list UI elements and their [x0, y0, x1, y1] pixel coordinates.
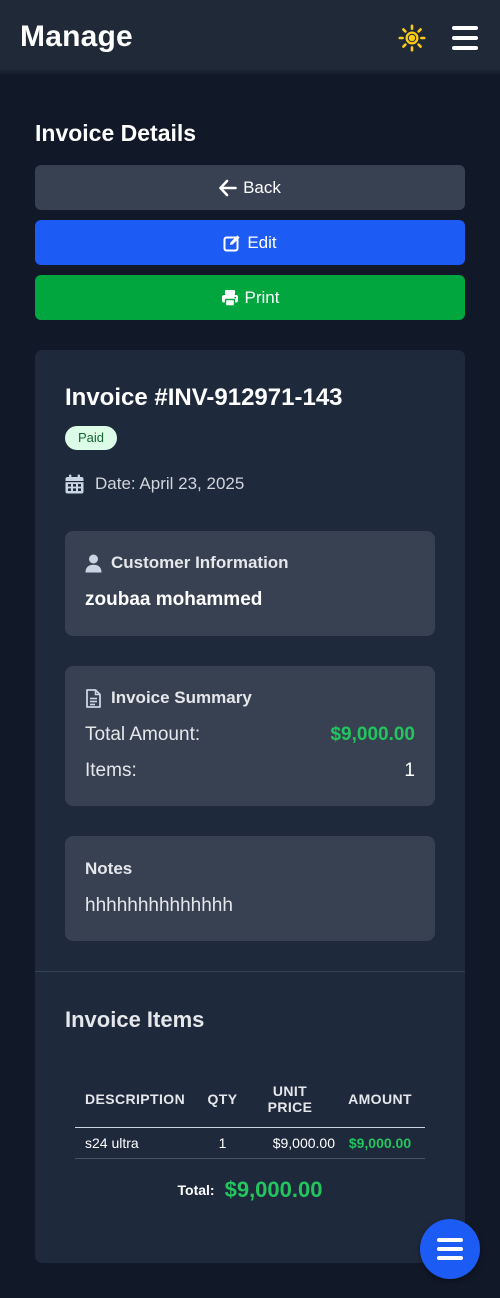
arrow-left-icon	[219, 179, 237, 196]
notes-text: hhhhhhhhhhhhhh	[85, 895, 233, 916]
edit-button[interactable]: Edit	[35, 220, 465, 265]
items-count-value: 1	[404, 760, 415, 781]
total-amount-value: $9,000.00	[330, 724, 415, 745]
section-divider	[35, 971, 465, 972]
column-header-description: DESCRIPTION	[75, 1072, 200, 1128]
invoice-card: Invoice #INV-912971-143 Paid Date: April…	[35, 350, 465, 1263]
summary-heading: Invoice Summary	[111, 688, 252, 707]
status-badge: Paid	[65, 426, 118, 450]
top-header: Manage	[0, 0, 500, 74]
hamburger-menu-icon[interactable]	[450, 24, 480, 52]
brand-title: Manage	[20, 20, 133, 53]
column-header-amount: AMOUNT	[335, 1072, 425, 1128]
document-icon	[86, 688, 101, 708]
item-description: s24 ultra	[75, 1127, 200, 1159]
invoice-number: Invoice #INV-912971-143	[65, 384, 343, 411]
edit-icon	[223, 234, 240, 251]
back-button[interactable]: Back	[35, 165, 465, 210]
invoice-date-row: Date: April 23, 2025	[65, 474, 244, 494]
items-table-header-row: DESCRIPTION QTY UNIT PRICE AMOUNT	[75, 1072, 425, 1128]
column-header-qty: QTY	[200, 1072, 245, 1128]
customer-heading: Customer Information	[111, 553, 289, 572]
print-button[interactable]: Print	[35, 275, 465, 320]
summary-items-row: Items: 1	[85, 760, 415, 782]
items-total-value: $9,000.00	[224, 1177, 323, 1202]
calendar-icon	[65, 474, 84, 494]
unit-price-line-2: PRICE	[267, 1099, 313, 1116]
unit-price-line-1: UNIT	[272, 1083, 308, 1100]
print-label: Print	[244, 287, 280, 307]
items-table: DESCRIPTION QTY UNIT PRICE AMOUNT s24 ul…	[75, 1072, 425, 1159]
item-amount: $9,000.00	[335, 1127, 425, 1159]
edit-label: Edit	[247, 232, 277, 252]
summary-panel-header: Invoice Summary	[85, 688, 252, 708]
summary-total-row: Total Amount: $9,000.00	[85, 724, 415, 746]
column-header-unit-price: UNIT PRICE	[245, 1072, 335, 1128]
customer-name: zoubaa mohammed	[85, 589, 263, 610]
user-icon	[85, 554, 102, 572]
notes-panel: Notes hhhhhhhhhhhhhh	[65, 836, 435, 941]
item-qty: 1	[200, 1127, 245, 1159]
floating-menu-button[interactable]	[420, 1219, 480, 1279]
items-total-row: Total: $9,000.00	[35, 1177, 465, 1203]
items-count-label: Items:	[85, 760, 137, 781]
total-amount-label: Total Amount:	[85, 724, 201, 745]
sun-icon[interactable]	[398, 24, 426, 52]
invoice-date: Date: April 23, 2025	[95, 474, 245, 493]
table-row: s24 ultra 1 $9,000.00 $9,000.00	[75, 1127, 425, 1159]
summary-panel: Invoice Summary Total Amount: $9,000.00 …	[65, 666, 435, 806]
hamburger-icon	[437, 1238, 463, 1260]
customer-panel-header: Customer Information	[85, 553, 289, 573]
customer-panel: Customer Information zoubaa mohammed	[65, 531, 435, 636]
page-title: Invoice Details	[35, 120, 197, 146]
items-total-label: Total:	[177, 1182, 215, 1198]
items-heading: Invoice Items	[65, 1007, 205, 1032]
back-label: Back	[243, 177, 281, 197]
item-unit-price: $9,000.00	[245, 1127, 335, 1159]
printer-icon	[221, 289, 238, 307]
notes-heading: Notes	[85, 859, 133, 878]
